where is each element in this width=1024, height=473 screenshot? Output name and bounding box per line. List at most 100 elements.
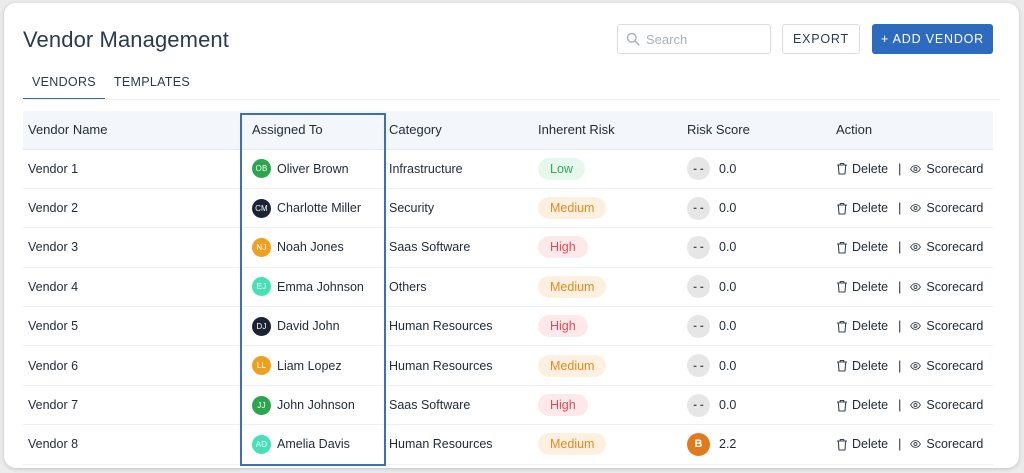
delete-link[interactable]: Delete <box>852 437 888 451</box>
assignee-name: Charlotte Miller <box>277 201 362 216</box>
delete-link[interactable]: Delete <box>852 319 888 333</box>
table-row[interactable]: Vendor 4 EJ Emma Johnson Others Medium - - 0.0… <box>23 267 993 308</box>
assignee-name: Emma Johnson <box>277 279 364 294</box>
search-icon <box>626 32 640 46</box>
vendor-name-cell[interactable]: Vendor 4 <box>23 267 235 308</box>
vendor-name-cell[interactable]: Vendor 6 <box>23 345 235 386</box>
vendor-name-cell[interactable]: Vendor 8 <box>23 424 235 465</box>
delete-link[interactable]: Delete <box>852 201 888 215</box>
trash-icon[interactable] <box>836 320 848 333</box>
add-vendor-button[interactable]: + ADD VENDOR <box>872 24 993 54</box>
action-separator: | <box>898 319 902 334</box>
inherent-risk-cell: High <box>533 385 682 426</box>
category-cell: Human Resources <box>384 424 533 465</box>
vendor-management-card: Vendor Management EXPORT + ADD VENDOR VE… <box>4 3 1019 468</box>
eye-icon[interactable] <box>910 401 922 409</box>
action-cell: Delete | Scorecard <box>831 345 993 386</box>
assigned-to-cell: CM Charlotte Miller <box>235 188 384 229</box>
table-row[interactable]: Vendor 7 JJ John Johnson Saas Software High -… <box>23 385 993 426</box>
table-row[interactable]: Vendor 6 LL Liam Lopez Human Resources Mediu… <box>23 345 993 386</box>
vendor-name-cell[interactable]: Vendor 1 <box>23 149 235 189</box>
trash-icon[interactable] <box>836 241 848 254</box>
risk-score-value: 0.0 <box>719 201 737 216</box>
inherent-risk-cell: Medium <box>533 345 682 386</box>
table-row[interactable]: Vendor 8 AD Amelia Davis Human Resources Med… <box>23 424 993 465</box>
delete-link[interactable]: Delete <box>852 162 888 176</box>
column-header-vendor-name[interactable]: Vendor Name <box>23 111 235 150</box>
avatar: OB <box>252 159 271 179</box>
assigned-to-cell: JJ John Johnson <box>235 385 384 426</box>
risk-score-value: 0.0 <box>719 279 737 294</box>
tab-vendors[interactable]: VENDORS <box>23 69 105 100</box>
vendor-name-cell[interactable]: Vendor 2 <box>23 188 235 229</box>
trash-icon[interactable] <box>836 280 848 293</box>
delete-link[interactable]: Delete <box>852 280 888 294</box>
risk-score-value: 0.0 <box>719 319 737 334</box>
inherent-risk-cell: High <box>533 227 682 268</box>
export-button[interactable]: EXPORT <box>782 24 860 54</box>
action-separator: | <box>898 437 902 452</box>
vendor-name-cell[interactable]: Vendor 5 <box>23 306 235 347</box>
search-box[interactable] <box>617 24 771 54</box>
column-header-inherent-risk[interactable]: Inherent Risk <box>533 111 682 150</box>
inherent-risk-cell: Low <box>533 149 682 189</box>
scorecard-link[interactable]: Scorecard <box>926 319 983 333</box>
assignee-name: Amelia Davis <box>277 437 350 452</box>
score-grade-badge: - - <box>687 196 710 220</box>
action-separator: | <box>898 161 902 176</box>
search-input[interactable] <box>646 31 766 47</box>
trash-icon[interactable] <box>836 359 848 372</box>
risk-score-cell: - - 0.0 <box>682 345 831 386</box>
score-grade-badge: - - <box>687 314 710 338</box>
risk-badge: High <box>538 236 588 259</box>
table-row[interactable]: Vendor 1 OB Oliver Brown Infrastructure Low -… <box>23 149 993 189</box>
table-row[interactable]: Vendor 3 NJ Noah Jones Saas Software High - -… <box>23 227 993 268</box>
scorecard-link[interactable]: Scorecard <box>926 201 983 215</box>
column-header-risk-score[interactable]: Risk Score <box>682 111 831 150</box>
eye-icon[interactable] <box>910 322 922 331</box>
tab-templates[interactable]: TEMPLATES <box>105 69 199 100</box>
scorecard-link[interactable]: Scorecard <box>926 240 983 254</box>
eye-icon[interactable] <box>910 283 922 291</box>
scorecard-link[interactable]: Scorecard <box>926 437 983 451</box>
vendor-name-cell[interactable]: Vendor 7 <box>23 385 235 426</box>
risk-score-cell: - - 0.0 <box>682 227 831 268</box>
trash-icon[interactable] <box>836 438 848 451</box>
trash-icon[interactable] <box>836 202 848 215</box>
scorecard-link[interactable]: Scorecard <box>926 280 983 294</box>
vendor-name-cell[interactable]: Vendor 3 <box>23 227 235 268</box>
risk-badge: High <box>538 315 588 338</box>
score-grade-badge: - - <box>687 235 710 259</box>
delete-link[interactable]: Delete <box>852 359 888 373</box>
table-row[interactable]: Vendor 2 CM Charlotte Miller Security Medium… <box>23 188 993 229</box>
action-cell: Delete | Scorecard <box>831 267 993 308</box>
column-header-category[interactable]: Category <box>384 111 533 150</box>
tab-bar: VENDORS TEMPLATES <box>23 69 199 100</box>
action-separator: | <box>898 279 902 294</box>
risk-badge: Medium <box>538 433 607 456</box>
table-row[interactable]: Vendor 5 DJ David John Human Resources High -… <box>23 306 993 347</box>
page-title: Vendor Management <box>23 27 229 52</box>
action-cell: Delete | Scorecard <box>831 227 993 268</box>
table-body: Vendor 1 OB Oliver Brown Infrastructure Low -… <box>23 149 993 465</box>
eye-icon[interactable] <box>910 204 922 212</box>
scorecard-link[interactable]: Scorecard <box>926 398 983 412</box>
score-grade-badge: - - <box>687 393 710 417</box>
category-cell: Human Resources <box>384 306 533 347</box>
eye-icon[interactable] <box>910 243 922 252</box>
eye-icon[interactable] <box>910 440 922 449</box>
column-header-assigned-to[interactable]: Assigned To <box>235 111 384 150</box>
trash-icon[interactable] <box>836 399 848 412</box>
assignee-name: John Johnson <box>277 398 355 413</box>
assignee-name: David John <box>277 319 340 334</box>
eye-icon[interactable] <box>910 164 922 173</box>
delete-link[interactable]: Delete <box>852 240 888 254</box>
delete-link[interactable]: Delete <box>852 398 888 412</box>
trash-icon[interactable] <box>836 162 848 175</box>
scorecard-link[interactable]: Scorecard <box>926 359 983 373</box>
vendor-table-container: Vendor Name Assigned To Category Inheren… <box>23 111 993 465</box>
tab-divider <box>23 99 1000 100</box>
scorecard-link[interactable]: Scorecard <box>926 162 983 176</box>
eye-icon[interactable] <box>910 361 922 370</box>
action-separator: | <box>898 358 902 373</box>
